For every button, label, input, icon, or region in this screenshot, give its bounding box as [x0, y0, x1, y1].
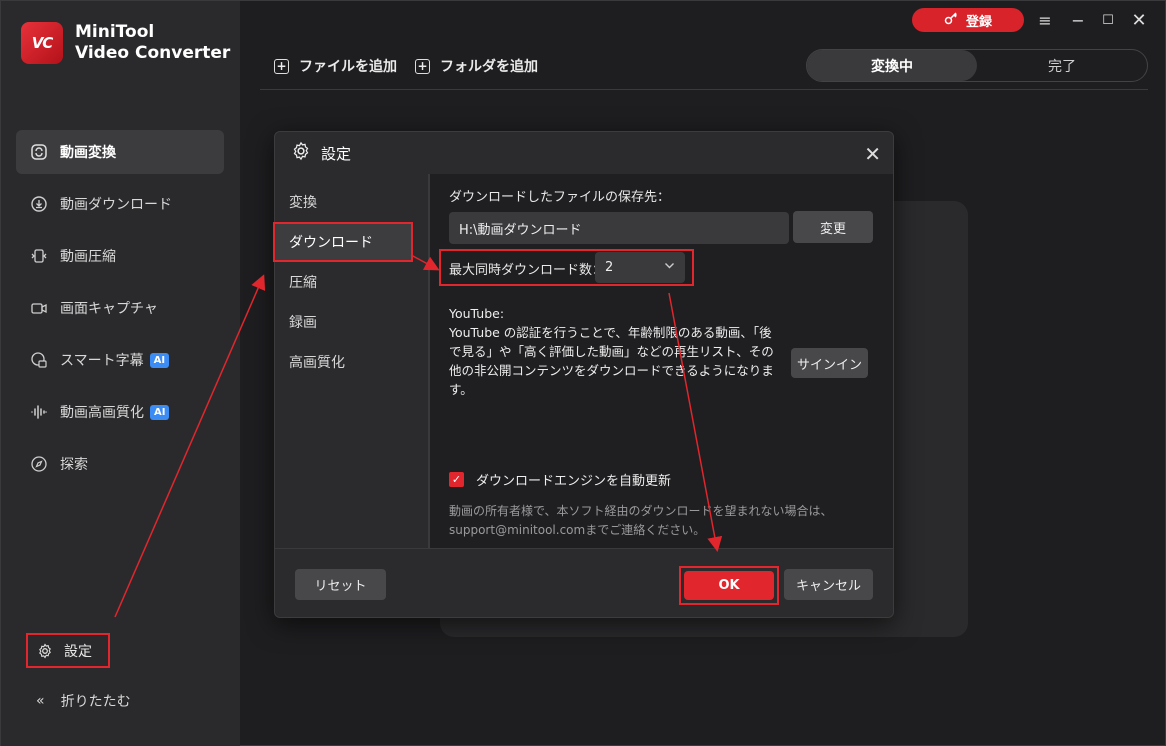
sidebar: VC MiniTool Video Converter 動画変換 動画ダウンロー…	[1, 1, 240, 746]
dialog-header: 設定	[275, 132, 893, 174]
max-downloads-select[interactable]: 2	[595, 252, 685, 283]
save-path-field[interactable]: H:\動画ダウンロード	[449, 212, 789, 244]
add-folder-icon: +	[415, 58, 430, 74]
convert-icon	[30, 143, 48, 161]
sidebar-item-download[interactable]: 動画ダウンロード	[16, 182, 224, 226]
login-button[interactable]: 登録	[912, 8, 1024, 32]
waveform-icon	[30, 403, 48, 421]
compass-icon	[30, 455, 48, 473]
sidebar-item-compress[interactable]: 動画圧縮	[16, 234, 224, 278]
max-downloads-label: 最大同時ダウンロード数：	[449, 263, 606, 278]
add-file-icon: +	[274, 58, 289, 74]
subtitle-icon	[30, 351, 48, 369]
dialog-nav-compress[interactable]: 圧縮	[275, 262, 426, 302]
download-settings-panel: ダウンロードしたファイルの保存先： H:\動画ダウンロード 変更 最大同時ダウン…	[428, 174, 893, 548]
download-icon	[30, 195, 48, 213]
note-line-2: support@minitool.comまでご連絡ください。	[449, 523, 706, 537]
tab-converting[interactable]: 変換中	[807, 50, 977, 81]
minimize-icon[interactable]: −	[1067, 9, 1089, 31]
youtube-section: YouTube: YouTube の認証を行うことで、年齢制限のある動画、「後で…	[449, 304, 779, 399]
settings-dialog: 設定 ✕ 変換 ダウンロード 圧縮 録画 高画質化 ダウンロードしたファイルの保…	[273, 131, 894, 618]
youtube-description: YouTube の認証を行うことで、年齢制限のある動画、「後で見る」や「高く評価…	[449, 325, 774, 397]
gear-icon	[291, 141, 311, 166]
app-name-line1: MiniTool	[75, 22, 155, 42]
sidebar-nav: 動画変換 動画ダウンロード 動画圧縮 画面キャプチャ スマート字幕 AI 動画高…	[16, 130, 224, 494]
save-location-label: ダウンロードしたファイルの保存先：	[449, 190, 671, 205]
key-icon	[944, 11, 958, 29]
note-line-1: 動画の所有者様で、本ソフト経由のダウンロードを望まれない場合は、	[449, 504, 833, 518]
ai-badge: AI	[149, 352, 170, 368]
youtube-title: YouTube:	[449, 306, 505, 321]
sidebar-item-label: 動画ダウンロード	[60, 197, 172, 213]
sidebar-item-explore[interactable]: 探索	[16, 442, 224, 486]
owner-note: 動画の所有者様で、本ソフト経由のダウンロードを望まれない場合は、 support…	[449, 502, 869, 540]
checkmark-icon: ✓	[449, 472, 464, 487]
sidebar-item-label: 動画圧縮	[60, 249, 116, 265]
app-name: MiniTool Video Converter	[75, 22, 230, 64]
dialog-footer: リセット OK キャンセル	[275, 548, 893, 617]
sidebar-item-label: スマート字幕	[60, 353, 144, 369]
dialog-nav: 変換 ダウンロード 圧縮 録画 高画質化	[273, 174, 426, 548]
auto-update-label: ダウンロードエンジンを自動更新	[476, 474, 672, 489]
sidebar-item-enhance[interactable]: 動画高画質化 AI	[16, 390, 224, 434]
sidebar-item-label: 動画高画質化	[60, 405, 144, 421]
ai-badge: AI	[150, 404, 170, 420]
settings-label: 設定	[64, 643, 92, 660]
app-logo: VC MiniTool Video Converter	[21, 22, 230, 64]
reset-button[interactable]: リセット	[295, 569, 386, 600]
close-window-icon[interactable]: ✕	[1128, 9, 1150, 31]
dialog-nav-convert[interactable]: 変換	[275, 182, 426, 222]
double-chevron-left-icon: «	[36, 693, 45, 709]
settings-button[interactable]: 設定	[26, 633, 110, 668]
menu-icon[interactable]: ≡	[1034, 9, 1056, 31]
close-icon[interactable]: ✕	[864, 142, 881, 166]
auto-update-checkbox[interactable]: ✓ ダウンロードエンジンを自動更新	[449, 470, 671, 489]
dialog-nav-record[interactable]: 録画	[275, 302, 426, 342]
sidebar-item-convert[interactable]: 動画変換	[16, 130, 224, 174]
change-path-button[interactable]: 変更	[793, 211, 873, 243]
logo-icon: VC	[21, 22, 63, 64]
dialog-title: 設定	[321, 144, 352, 163]
collapse-label: 折りたたむ	[60, 694, 131, 710]
max-downloads-value: 2	[605, 260, 614, 275]
dialog-nav-enhance[interactable]: 高画質化	[275, 342, 426, 382]
signin-button[interactable]: サインイン	[791, 348, 868, 378]
tab-done[interactable]: 完了	[977, 50, 1147, 81]
compress-icon	[30, 247, 48, 265]
app-window: VC MiniTool Video Converter 動画変換 動画ダウンロー…	[0, 0, 1166, 746]
add-folder-label: フォルダを追加	[440, 59, 538, 75]
toolbar-divider	[260, 89, 1148, 90]
sidebar-item-label: 探索	[60, 457, 88, 473]
camera-icon	[30, 299, 48, 317]
cancel-button[interactable]: キャンセル	[784, 569, 873, 600]
ok-highlight: OK	[679, 566, 779, 605]
add-file-label: ファイルを追加	[299, 59, 397, 75]
gear-icon	[36, 642, 54, 660]
login-label: 登録	[965, 14, 992, 30]
add-folder-button[interactable]: + フォルダを追加	[415, 56, 538, 76]
sidebar-item-label: 動画変換	[60, 145, 116, 161]
maximize-icon[interactable]: ☐	[1097, 9, 1119, 31]
dialog-nav-download[interactable]: ダウンロード	[273, 222, 413, 262]
sidebar-item-smart-subtitle[interactable]: スマート字幕 AI	[16, 338, 224, 382]
sidebar-item-screen-capture[interactable]: 画面キャプチャ	[16, 286, 224, 330]
chevron-down-icon	[664, 260, 675, 274]
app-name-line2: Video Converter	[75, 43, 231, 63]
sidebar-item-label: 画面キャプチャ	[60, 301, 158, 317]
status-tabs: 変換中 完了	[806, 49, 1148, 82]
add-file-button[interactable]: + ファイルを追加	[274, 56, 397, 76]
ok-button[interactable]: OK	[684, 571, 774, 600]
collapse-button[interactable]: « 折りたたむ	[36, 691, 131, 711]
